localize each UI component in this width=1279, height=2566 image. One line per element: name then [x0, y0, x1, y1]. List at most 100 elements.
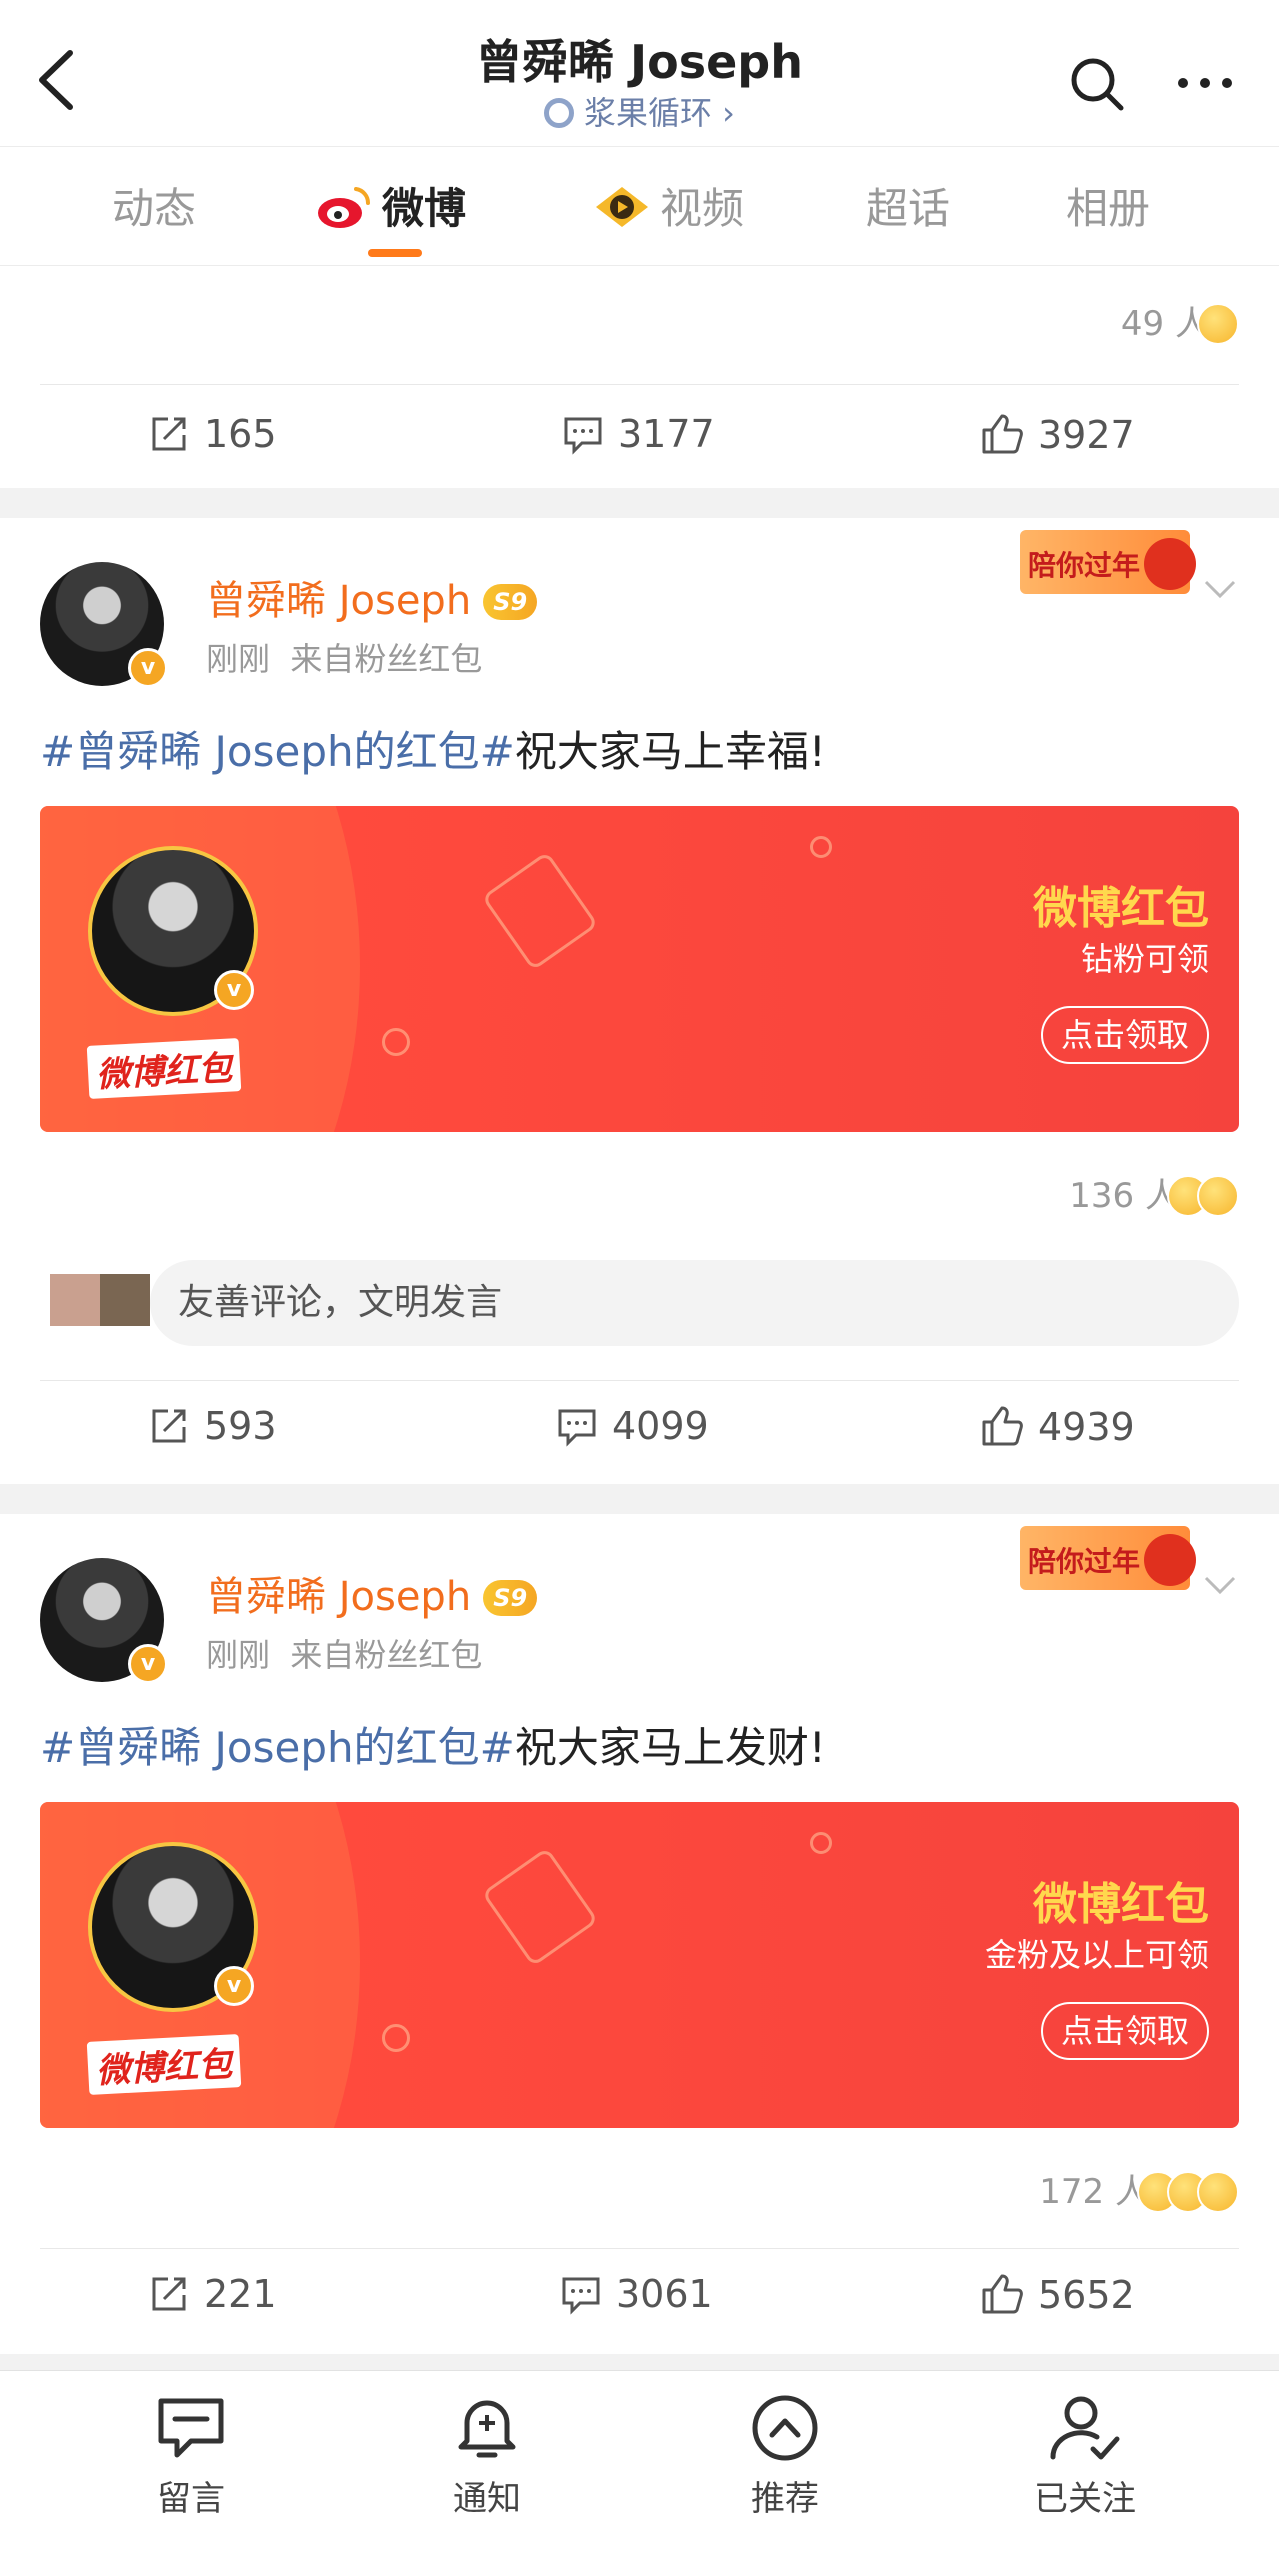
like-count: 5652: [1038, 2273, 1135, 2317]
comment-count: 3061: [616, 2272, 713, 2316]
nav-label: 推荐: [751, 2479, 819, 2519]
repost-button[interactable]: 593: [148, 1404, 277, 1448]
comment-button[interactable]: 3061: [560, 2272, 713, 2316]
comment-icon: [562, 2277, 600, 2315]
reaction-count: 172 人: [1039, 2172, 1149, 2212]
comment-bar: 友善评论，文明发言: [40, 1260, 1239, 1346]
lantern-icon: [1144, 1534, 1196, 1586]
post-source: 来自粉丝红包: [290, 1636, 483, 1674]
red-packet-title: 微博红包: [1033, 1879, 1209, 1930]
post-author[interactable]: 曾舜晞 Joseph S9: [206, 1564, 538, 1622]
verified-badge-icon: v: [214, 1966, 254, 2006]
post-text: #曾舜晞 Joseph的红包#祝大家马上幸福!: [40, 718, 826, 779]
chevron-down-icon[interactable]: [1200, 1570, 1240, 1600]
post-author[interactable]: 曾舜晞 Joseph S9: [206, 568, 538, 626]
festive-badge: 陪你过年: [1020, 1526, 1196, 1590]
repost-button[interactable]: 221: [148, 2272, 277, 2316]
search-icon[interactable]: [1068, 55, 1126, 113]
nav-label: 留言: [157, 2479, 225, 2519]
post-card: v 曾舜晞 Joseph S9 刚刚 来自粉丝红包 陪你过年 #曾舜晞 Josep…: [0, 518, 1279, 1484]
reaction-summary[interactable]: 136 人: [1069, 1168, 1239, 1217]
fan-level-badge: S9: [483, 1580, 538, 1616]
nav-notify[interactable]: 通知: [412, 2393, 562, 2520]
more-icon[interactable]: [1175, 68, 1235, 98]
author-name: 曾舜晞 Joseph: [206, 1574, 472, 1620]
active-tab-indicator: [368, 249, 422, 257]
reaction-count: 136 人: [1069, 1176, 1179, 1216]
tab-weibo[interactable]: 微博: [316, 175, 466, 236]
weibo-redpack-logo: 微博红包: [86, 2034, 242, 2095]
repost-icon: [152, 417, 186, 451]
tab-super-topic[interactable]: 超话: [866, 175, 950, 236]
post-card-partial: 49 人 165 3177 3927: [0, 266, 1279, 488]
nav-recommend[interactable]: 推荐: [710, 2393, 860, 2520]
nav-label: 通知: [453, 2479, 521, 2519]
fan-level-badge: S9: [483, 584, 538, 620]
emoji-icon: [1197, 2171, 1239, 2213]
top-header: 曾舜晞 Joseph 浆果循环 ›: [0, 0, 1279, 146]
like-button[interactable]: 4939: [980, 1404, 1135, 1449]
avatar[interactable]: v: [40, 1558, 168, 1684]
weibo-logo-icon: [318, 187, 371, 228]
reaction-summary[interactable]: 49 人: [1121, 296, 1239, 345]
repost-count: 221: [204, 2272, 277, 2316]
festive-badge-text: 陪你过年: [1028, 1545, 1141, 1578]
like-count: 4939: [1038, 1405, 1135, 1449]
post-time: 刚刚: [206, 640, 271, 678]
comment-button[interactable]: 4099: [556, 1404, 709, 1448]
festive-badge: 陪你过年: [1020, 530, 1196, 594]
chevron-up-circle-icon: [752, 2395, 818, 2461]
red-packet-eligibility: 金粉及以上可领: [984, 1936, 1209, 1974]
comment-button[interactable]: 3177: [562, 412, 715, 456]
tab-dynamics[interactable]: 动态: [112, 175, 196, 236]
tab-album[interactable]: 相册: [1066, 175, 1150, 236]
repost-icon: [152, 1409, 186, 1443]
comment-input[interactable]: 友善评论，文明发言: [150, 1260, 1239, 1346]
like-button[interactable]: 3927: [980, 412, 1135, 457]
topic-link[interactable]: #曾舜晞 Joseph的红包#: [40, 1723, 515, 1772]
nav-message[interactable]: 留言: [116, 2393, 266, 2520]
divider: [40, 2248, 1239, 2249]
claim-button[interactable]: 点击领取: [1040, 2002, 1209, 2060]
author-name: 曾舜晞 Joseph: [206, 578, 472, 624]
red-packet-card[interactable]: v 微博红包 微博红包 钻粉可领 点击领取: [40, 806, 1239, 1132]
coin-envelope-icon: [481, 1847, 599, 1967]
nav-following[interactable]: 已关注: [1010, 2393, 1160, 2520]
verified-badge-icon: v: [128, 648, 168, 688]
tab-weibo-label: 微博: [382, 184, 467, 233]
repost-icon: [152, 2277, 186, 2311]
loop-icon: [544, 98, 574, 128]
post-card: v 曾舜晞 Joseph S9 刚刚 来自粉丝红包 陪你过年 #曾舜晞 Josep…: [0, 1514, 1279, 2354]
claim-button[interactable]: 点击领取: [1040, 1006, 1209, 1064]
user-check-icon: [1050, 2396, 1120, 2460]
coin-decoration: [810, 836, 832, 858]
verified-badge-icon: v: [214, 970, 254, 1010]
red-packet-avatar: v: [88, 846, 258, 1016]
thumbs-up-icon: [982, 1406, 1023, 1446]
emoji-icon: [1197, 1175, 1239, 1217]
red-packet-card[interactable]: v 微博红包 微博红包 金粉及以上可领 点击领取: [40, 1802, 1239, 2128]
repost-count: 165: [204, 412, 277, 456]
divider: [40, 1380, 1239, 1381]
post-time: 刚刚: [206, 1636, 271, 1674]
avatar[interactable]: v: [40, 562, 168, 688]
repost-button[interactable]: 165: [148, 412, 277, 456]
like-button[interactable]: 5652: [980, 2272, 1135, 2317]
comment-icon: [564, 417, 602, 455]
repost-count: 593: [204, 1404, 277, 1448]
subtitle-text: 浆果循环 ›: [584, 94, 735, 132]
topic-link[interactable]: #曾舜晞 Joseph的红包#: [40, 727, 515, 776]
post-meta: 刚刚 来自粉丝红包: [206, 634, 482, 680]
tab-video[interactable]: 视频: [594, 175, 744, 236]
bell-plus-icon: [458, 2400, 516, 2458]
red-packet-title: 微博红包: [1033, 883, 1209, 934]
verified-badge-icon: v: [128, 1644, 168, 1684]
chevron-down-icon[interactable]: [1200, 574, 1240, 604]
tab-video-label: 视频: [660, 184, 745, 233]
comment-count: 3177: [618, 412, 715, 456]
reaction-summary[interactable]: 172 人: [1039, 2164, 1239, 2213]
post-body: 祝大家马上幸福!: [514, 727, 826, 776]
reaction-count: 49 人: [1120, 304, 1209, 344]
like-count: 3927: [1038, 413, 1135, 457]
comment-icon: [558, 1409, 596, 1447]
